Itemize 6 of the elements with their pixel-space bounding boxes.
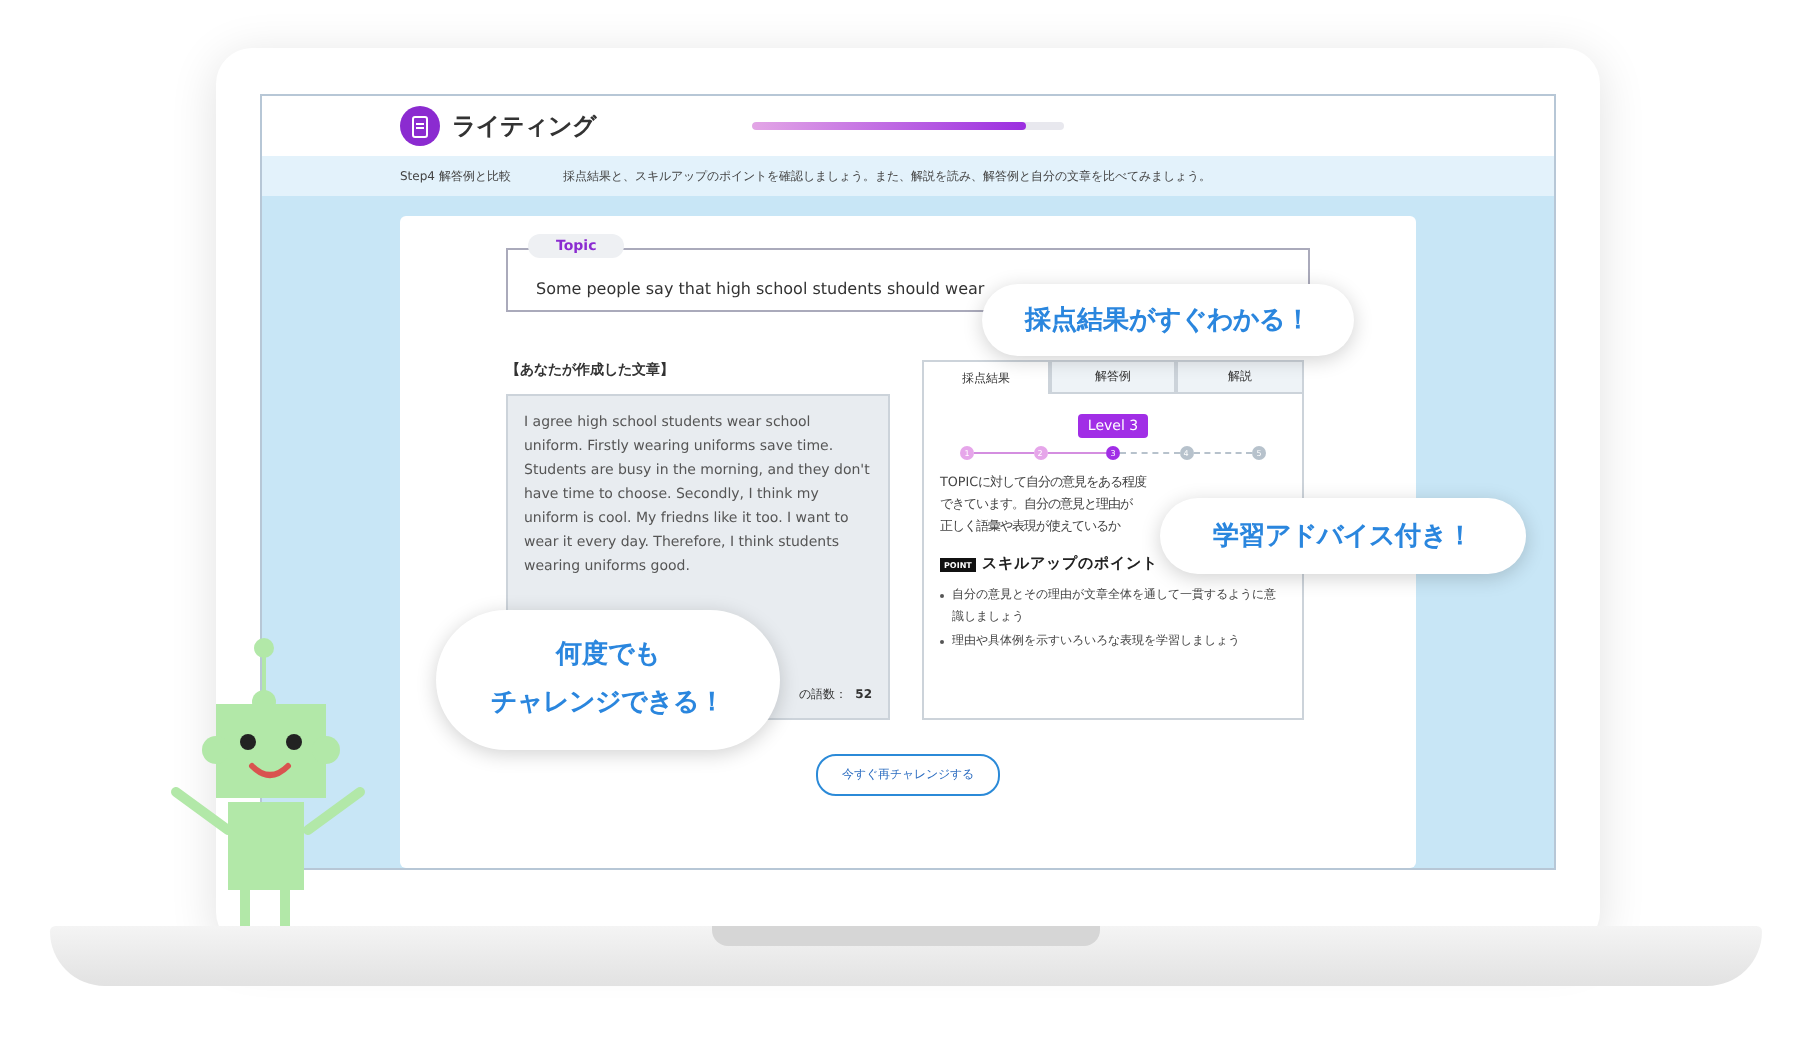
speech-bubble: 採点結果がすぐわかる！	[982, 284, 1354, 356]
app-title: ライティング	[452, 109, 599, 143]
speech-bubble: 何度でも チャレンジできる！	[436, 610, 780, 750]
document-icon	[400, 106, 440, 146]
topic-text: Some people say that high school students should wear	[536, 279, 985, 297]
speech-bubble: 学習アドバイス付き！	[1160, 498, 1526, 574]
